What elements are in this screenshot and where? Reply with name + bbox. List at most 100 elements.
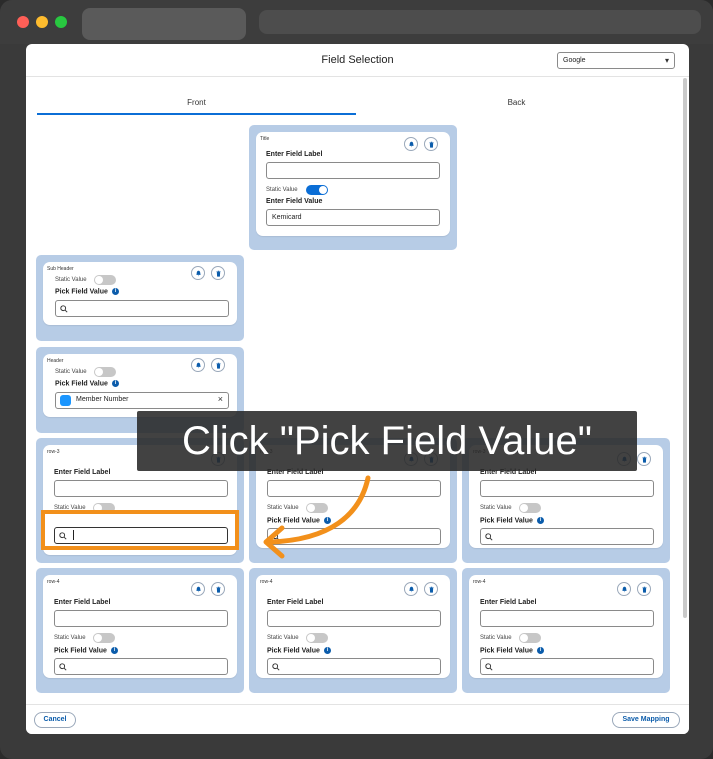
static-value-toggle[interactable] (306, 185, 328, 195)
static-value-label: Static Value (55, 369, 87, 375)
header-card: Header Static Value Pick Field Value i Me… (43, 354, 237, 417)
card-title: row-4 (260, 579, 273, 585)
bell-button[interactable] (191, 266, 205, 280)
field-label-input[interactable] (54, 480, 228, 497)
source-select-value: Google (563, 57, 586, 64)
chevron-down-icon: ▾ (664, 56, 669, 65)
field-value-heading: Enter Field Value (266, 198, 323, 205)
field-value-input[interactable]: Kemicard (266, 209, 440, 226)
delete-button[interactable] (211, 582, 225, 596)
static-value-toggle[interactable] (94, 275, 116, 285)
bell-button[interactable] (191, 358, 205, 372)
pick-field-value-label: Pick Field Value i (480, 517, 544, 524)
bell-button[interactable] (191, 582, 205, 596)
info-icon: i (111, 380, 119, 387)
static-value-toggle[interactable] (519, 633, 541, 643)
static-value-toggle[interactable] (93, 633, 115, 643)
field-selection-modal: Field Selection Google ▾ Front Back Titl… (26, 44, 689, 734)
pick-field-search[interactable] (55, 300, 229, 317)
window-titlebar (0, 0, 713, 44)
trash-icon (641, 586, 647, 593)
close-icon[interactable]: × (218, 394, 223, 404)
cancel-button[interactable]: Cancel (34, 712, 76, 728)
field-label-heading: Enter Field Label (267, 599, 324, 606)
card-title: row-4 (473, 579, 486, 585)
source-select[interactable]: Google ▾ (557, 52, 675, 69)
static-value-toggle[interactable] (519, 503, 541, 513)
field-label-input[interactable] (54, 610, 228, 627)
trash-icon (215, 362, 221, 369)
delete-button[interactable] (211, 266, 225, 280)
pick-field-search[interactable] (480, 658, 654, 675)
info-icon: i (110, 647, 118, 654)
pick-field-value-label: Pick Field Value i (55, 288, 119, 295)
address-bar[interactable] (259, 10, 701, 34)
modal-footer: Cancel Save Mapping (26, 704, 689, 734)
picked-field-pill[interactable]: Member Number × (55, 392, 229, 409)
bell-icon (195, 362, 201, 368)
save-mapping-button[interactable]: Save Mapping (612, 712, 680, 728)
sub-header-block: Sub Header Static Value Pick Field Value… (36, 255, 244, 341)
info-icon: i (323, 647, 331, 654)
field-label-heading: Enter Field Label (266, 151, 323, 158)
pick-field-value-label: Pick Field Value i (267, 647, 331, 654)
bell-icon (408, 586, 414, 592)
row-4-block: row-4 Enter Field Label Static Value Pic… (249, 568, 457, 693)
static-value-label: Static Value (480, 505, 512, 511)
maximize-window-button[interactable] (55, 16, 67, 28)
search-icon (272, 663, 280, 671)
field-label-input[interactable] (480, 610, 654, 627)
card-title: row-3 (47, 449, 60, 455)
bell-icon (408, 141, 414, 147)
pick-field-search[interactable] (480, 528, 654, 545)
field-label-heading: Enter Field Label (480, 599, 537, 606)
delete-button[interactable] (211, 358, 225, 372)
modal-header: Field Selection Google ▾ (26, 44, 689, 77)
row-4-card: row-4 Enter Field Label Static Value Pic… (43, 575, 237, 678)
trash-icon (215, 270, 221, 277)
trash-icon (428, 586, 434, 593)
card-title: Sub Header (47, 266, 74, 272)
row-4-block: row-4 Enter Field Label Static Value Pic… (36, 568, 244, 693)
delete-button[interactable] (637, 452, 651, 466)
bell-icon (195, 270, 201, 276)
static-value-toggle[interactable] (94, 367, 116, 377)
tab-front[interactable]: Front (37, 98, 356, 115)
minimize-window-button[interactable] (36, 16, 48, 28)
close-window-button[interactable] (17, 16, 29, 28)
pick-field-search[interactable] (267, 658, 441, 675)
card-title: row-4 (47, 579, 60, 585)
field-label-input[interactable] (480, 480, 654, 497)
row-4-card: row-4 Enter Field Label Static Value Pic… (256, 575, 450, 678)
pick-field-value-label: Pick Field Value i (480, 647, 544, 654)
pick-field-search[interactable] (54, 658, 228, 675)
card-title: Header (47, 358, 64, 364)
field-label-input[interactable] (267, 610, 441, 627)
static-value-label: Static Value (266, 187, 298, 193)
info-icon: i (536, 647, 544, 654)
picked-field-text: Member Number (76, 396, 129, 403)
row-4-card: row-4 Enter Field Label Static Value Pic… (469, 575, 663, 678)
trash-icon (428, 141, 434, 148)
bell-button[interactable] (617, 582, 631, 596)
bell-icon (621, 586, 627, 592)
browser-tab[interactable] (82, 8, 246, 40)
scrollbar[interactable] (683, 78, 687, 618)
browser-window: Field Selection Google ▾ Front Back Titl… (0, 0, 713, 759)
static-value-toggle[interactable] (306, 633, 328, 643)
pick-field-value-label: Pick Field Value i (55, 380, 119, 387)
delete-button[interactable] (637, 582, 651, 596)
field-label-input[interactable] (266, 162, 440, 179)
pick-field-value-label: Pick Field Value i (54, 647, 118, 654)
delete-button[interactable] (424, 137, 438, 151)
trash-icon (215, 586, 221, 593)
static-value-label: Static Value (267, 635, 299, 641)
field-type-icon (60, 395, 71, 406)
tutorial-arrow-icon (263, 475, 371, 559)
bell-icon (195, 586, 201, 592)
delete-button[interactable] (424, 582, 438, 596)
bell-button[interactable] (404, 137, 418, 151)
bell-button[interactable] (404, 582, 418, 596)
title-card: Title Enter Field Label Static Value Ent… (256, 132, 450, 236)
tab-back[interactable]: Back (357, 98, 676, 115)
